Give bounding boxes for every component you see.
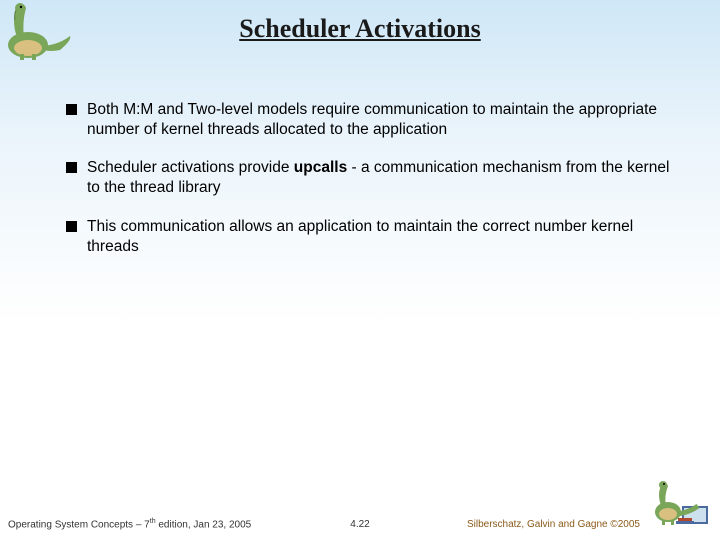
footer-page-number: 4.22 bbox=[350, 519, 369, 530]
bullet-item: Both M:M and Two-level models require co… bbox=[66, 100, 670, 140]
square-bullet-icon bbox=[66, 162, 77, 173]
footer-left-text: Operating System Concepts – 7th edition,… bbox=[8, 518, 251, 530]
square-bullet-icon bbox=[66, 221, 77, 232]
bullet-text: Scheduler activations provide upcalls - … bbox=[87, 158, 670, 198]
bullet-text: Both M:M and Two-level models require co… bbox=[87, 100, 670, 140]
footer: Operating System Concepts – 7th edition,… bbox=[0, 510, 720, 530]
slide: Scheduler Activations Both M:M and Two-l… bbox=[0, 0, 720, 540]
footer-copyright: Silberschatz, Galvin and Gagne ©2005 bbox=[467, 519, 640, 530]
bullet-text: This communication allows an application… bbox=[87, 217, 670, 257]
bullet-item: This communication allows an application… bbox=[66, 217, 670, 257]
content-area: Both M:M and Two-level models require co… bbox=[66, 100, 670, 275]
slide-title: Scheduler Activations bbox=[0, 14, 720, 44]
bullet-item: Scheduler activations provide upcalls - … bbox=[66, 158, 670, 198]
square-bullet-icon bbox=[66, 104, 77, 115]
